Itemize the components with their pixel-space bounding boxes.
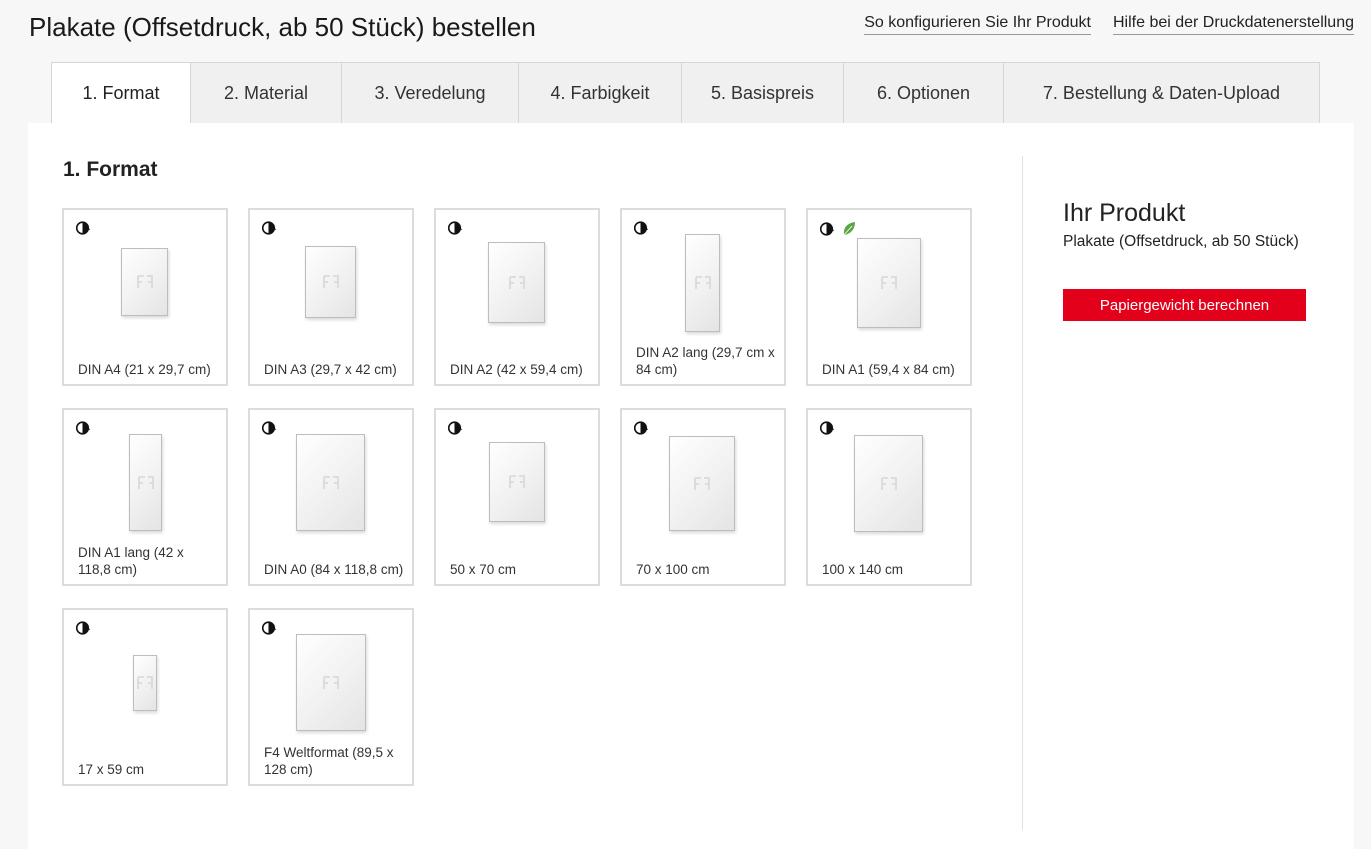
format-grid: DIN A4 (21 x 29,7 cm) DIN A3 (29,7 x 42 … bbox=[62, 208, 972, 786]
clock-icon bbox=[447, 221, 464, 240]
leaf-icon bbox=[842, 221, 856, 242]
sidebar-title: Ihr Produkt bbox=[1063, 199, 1186, 227]
tab-veredelung[interactable]: 3. Veredelung bbox=[342, 63, 519, 124]
clock-icon bbox=[75, 621, 92, 640]
format-label: DIN A4 (21 x 29,7 cm) bbox=[78, 362, 211, 377]
format-label: DIN A3 (29,7 x 42 cm) bbox=[264, 362, 397, 377]
paper-preview bbox=[129, 434, 162, 531]
paper-preview bbox=[669, 436, 735, 531]
format-card[interactable]: DIN A2 (42 x 59,4 cm) bbox=[434, 208, 600, 386]
clock-icon bbox=[261, 421, 278, 440]
paper-preview bbox=[854, 435, 923, 532]
main-panel: 1. Format DIN A4 (21 x 29,7 cm) DIN A3 (… bbox=[28, 123, 1354, 849]
paper-preview bbox=[121, 248, 168, 316]
format-card[interactable]: F4 Weltformat (89,5 x 128 cm) bbox=[248, 608, 414, 786]
clock-icon bbox=[261, 221, 278, 240]
format-card[interactable]: 50 x 70 cm bbox=[434, 408, 600, 586]
format-card[interactable]: DIN A1 (59,4 x 84 cm) bbox=[806, 208, 972, 386]
format-card[interactable]: 100 x 140 cm bbox=[806, 408, 972, 586]
format-label: 17 x 59 cm bbox=[78, 762, 145, 777]
format-label: 100 x 140 cm bbox=[822, 562, 904, 577]
clock-icon bbox=[633, 221, 650, 240]
format-label: DIN A2 lang (29,7 cm x 84 cm) bbox=[636, 345, 775, 377]
page-title: Plakate (Offsetdruck, ab 50 Stück) beste… bbox=[29, 12, 536, 42]
tab-bar: 1. Format 2. Material 3. Veredelung 4. F… bbox=[51, 62, 1320, 124]
paper-preview bbox=[305, 246, 356, 318]
configure-product-link[interactable]: So konfigurieren Sie Ihr Produkt bbox=[864, 14, 1091, 35]
format-label: 50 x 70 cm bbox=[450, 562, 517, 577]
clock-icon bbox=[819, 222, 836, 241]
tab-basispreis[interactable]: 5. Basispreis bbox=[682, 63, 844, 124]
format-card[interactable]: DIN A3 (29,7 x 42 cm) bbox=[248, 208, 414, 386]
format-label: DIN A1 lang (42 x 118,8 cm) bbox=[78, 545, 184, 577]
paper-preview bbox=[296, 634, 366, 731]
header-links: So konfigurieren Sie Ihr Produkt Hilfe b… bbox=[864, 14, 1354, 35]
section-title: 1. Format bbox=[63, 158, 158, 181]
format-label: DIN A2 (42 x 59,4 cm) bbox=[450, 362, 583, 377]
paper-preview bbox=[685, 234, 720, 332]
tab-material[interactable]: 2. Material bbox=[191, 63, 342, 124]
clock-icon bbox=[75, 421, 92, 440]
clock-icon bbox=[633, 421, 650, 440]
paper-preview bbox=[488, 242, 545, 323]
clock-icon bbox=[819, 421, 836, 440]
sidebar-product-name: Plakate (Offsetdruck, ab 50 Stück) bbox=[1063, 233, 1299, 250]
tab-bestellung-upload[interactable]: 7. Bestellung & Daten-Upload bbox=[1004, 63, 1320, 124]
clock-icon bbox=[75, 221, 92, 240]
format-label: 70 x 100 cm bbox=[636, 562, 710, 577]
format-label: DIN A0 (84 x 118,8 cm) bbox=[264, 562, 404, 577]
paper-preview bbox=[489, 442, 545, 522]
column-divider bbox=[1022, 156, 1023, 830]
tab-farbigkeit[interactable]: 4. Farbigkeit bbox=[519, 63, 682, 124]
format-card[interactable]: DIN A1 lang (42 x 118,8 cm) bbox=[62, 408, 228, 586]
format-card[interactable]: DIN A0 (84 x 118,8 cm) bbox=[248, 408, 414, 586]
paper-weight-button[interactable]: Papiergewicht berechnen bbox=[1063, 289, 1306, 321]
format-card[interactable]: DIN A2 lang (29,7 cm x 84 cm) bbox=[620, 208, 786, 386]
clock-icon bbox=[447, 421, 464, 440]
paper-preview bbox=[857, 238, 921, 328]
paper-preview bbox=[133, 655, 157, 711]
format-card[interactable]: 70 x 100 cm bbox=[620, 408, 786, 586]
format-label: F4 Weltformat (89,5 x 128 cm) bbox=[264, 745, 394, 777]
format-label: DIN A1 (59,4 x 84 cm) bbox=[822, 362, 955, 377]
print-data-help-link[interactable]: Hilfe bei der Druckdatenerstellung bbox=[1112, 14, 1354, 35]
paper-preview bbox=[296, 434, 365, 531]
clock-icon bbox=[261, 621, 278, 640]
format-card[interactable]: DIN A4 (21 x 29,7 cm) bbox=[62, 208, 228, 386]
tab-format[interactable]: 1. Format bbox=[52, 63, 191, 124]
tab-optionen[interactable]: 6. Optionen bbox=[844, 63, 1004, 124]
format-card[interactable]: 17 x 59 cm bbox=[62, 608, 228, 786]
